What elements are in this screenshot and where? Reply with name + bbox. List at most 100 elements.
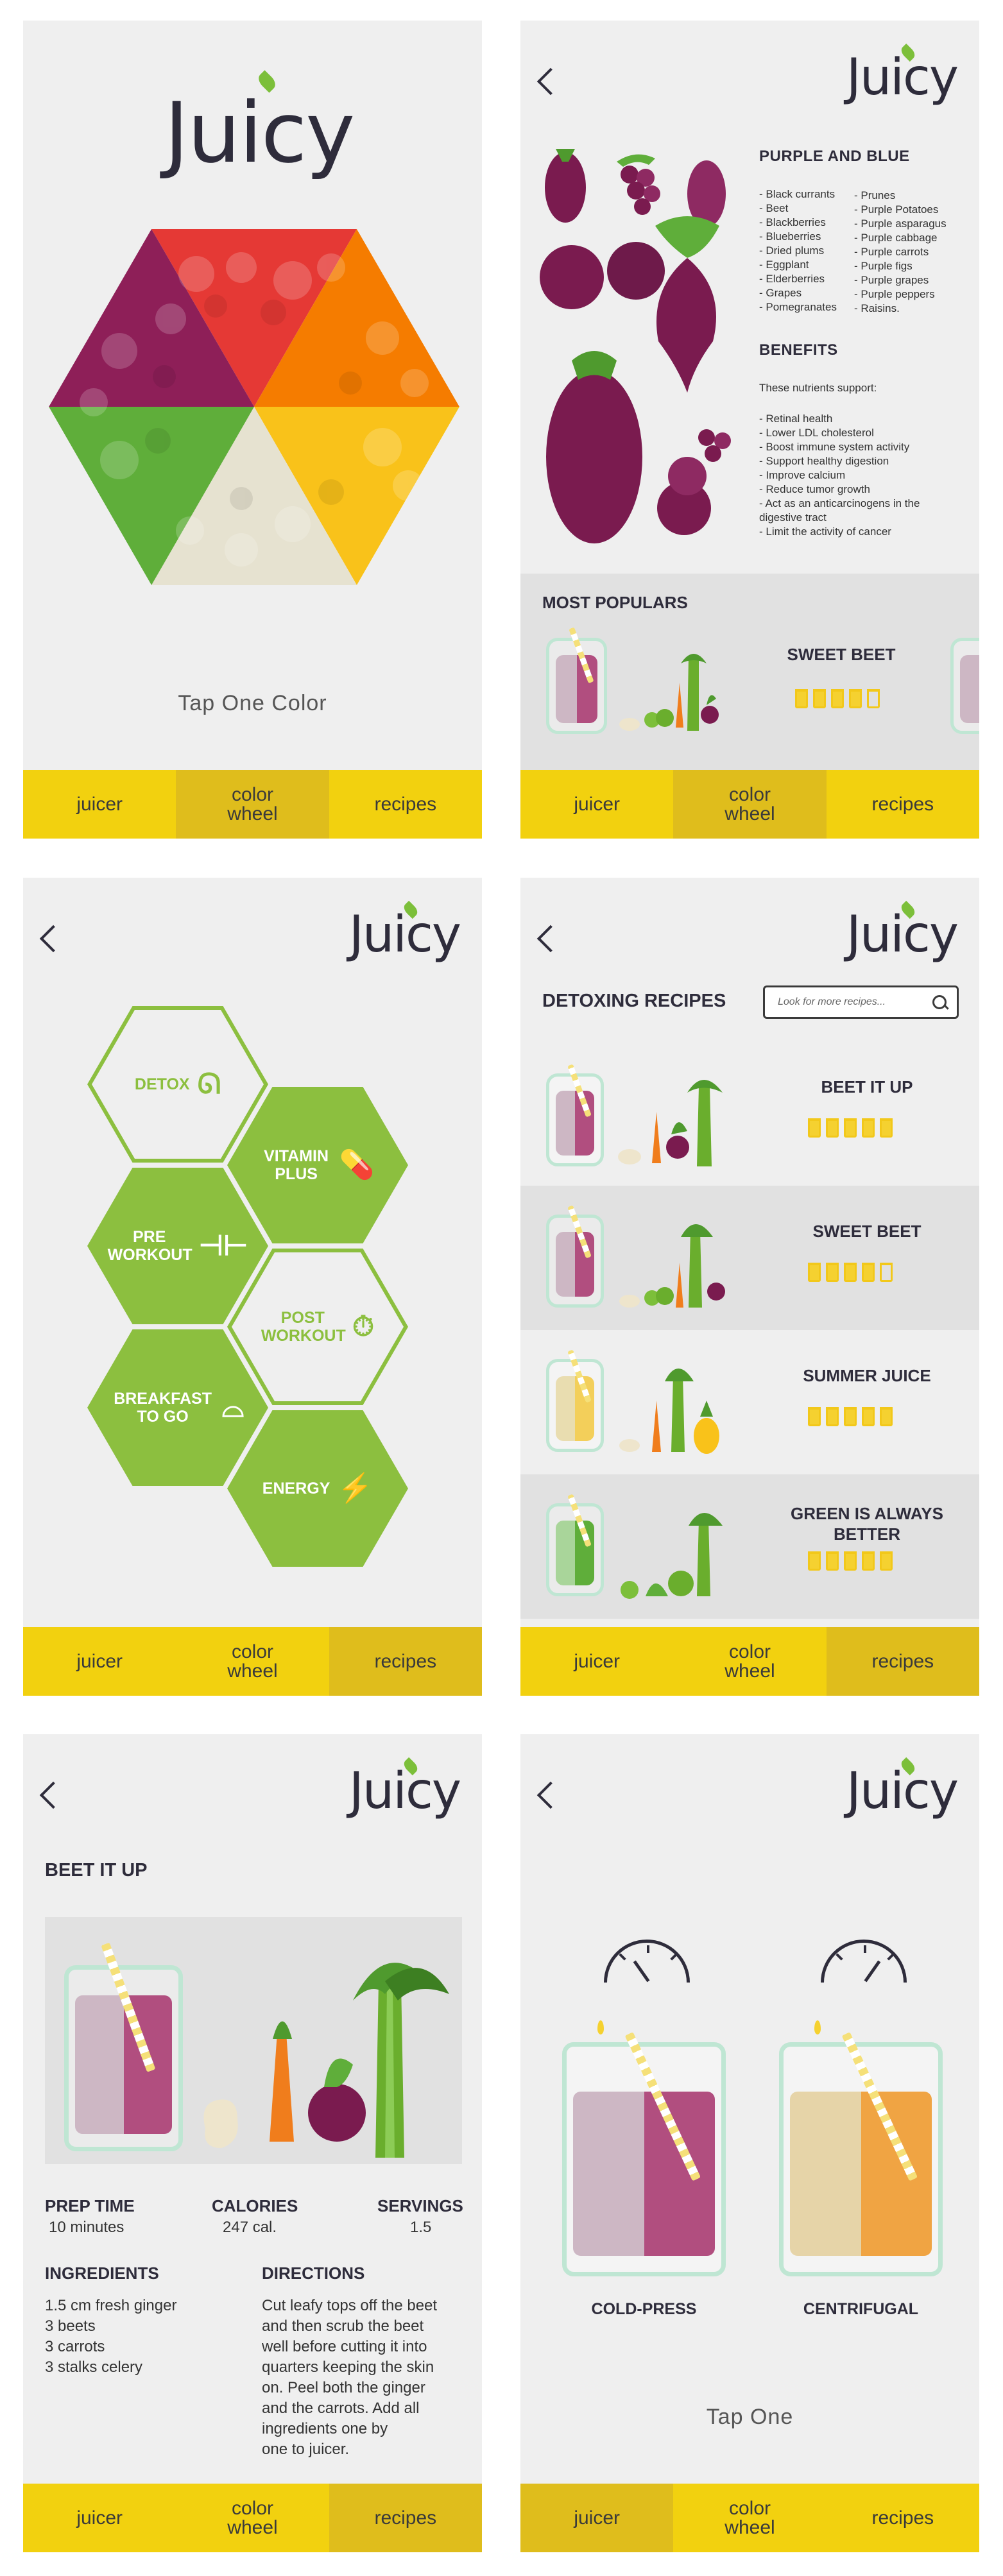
search-input[interactable]: Look for more recipes... [763,985,959,1019]
centrifugal-glass[interactable] [779,2032,943,2276]
food-item: - Purple grapes [854,274,929,286]
rating-cup-icon [862,1407,875,1426]
vegetables-illustration [619,654,719,731]
dumbbell-icon: ⊣⊢ [198,1230,248,1261]
rating-cup-icon [808,1263,821,1282]
ingredients-label: INGREDIENTS [45,2264,159,2283]
category-energy[interactable]: ENERGY ⚡ [227,1410,408,1567]
nav-recipes[interactable]: recipes [827,2484,979,2552]
nav-recipes[interactable]: recipes [329,2484,482,2552]
rating-cup-icon [849,689,862,708]
directions-text: Cut leafy tops off the beet and then scr… [262,2297,438,2458]
rating-cup-empty-icon [880,1263,893,1282]
rating-cups [795,689,880,708]
juicy-logo: Juicy [846,1757,959,1816]
category-detox[interactable]: DETOX ᘏ [87,1006,268,1163]
rating-cup-icon [862,1263,875,1282]
category-vitamin-plus[interactable]: VITAMIN PLUS 💊 [227,1087,408,1243]
rating-cup-icon [795,689,808,708]
servings-label: SERVINGS [377,2196,463,2215]
popular-title: MOST POPULARS [542,593,688,612]
food-item: - Prunes [854,189,896,201]
recipe-name: GREEN IS ALWAYS BETTER [791,1504,943,1544]
category-label: PRE WORKOUT [107,1228,193,1264]
benefit-item: - Improve calcium [759,469,846,481]
cold-press-glass[interactable] [562,2032,726,2276]
most-popular-section: MOST POPULARS SWEET BEET [520,574,979,770]
gauge-icon [604,1940,690,1983]
nav-color-wheel[interactable]: color wheel [176,2484,329,2552]
food-item: - Raisins. [854,302,900,314]
food-item: - Blackberries [759,216,826,228]
food-item: - Purple peppers [854,288,935,300]
food-item: - Purple figs [854,260,913,272]
nav-juicer[interactable]: juicer [520,2484,674,2552]
recipe-row[interactable]: SWEET BEET [520,1186,979,1330]
ingredient-item: 3 carrots [45,2338,105,2355]
rating-cup-icon [808,1118,821,1138]
nav-color-wheel[interactable]: color wheel [673,1627,826,1696]
benefit-item: - Act as an anticarcinogens in the diges… [759,497,920,524]
back-arrow-icon[interactable] [39,1781,67,1809]
benefit-item: - Boost immune system activity [759,441,910,453]
stopwatch-icon: ⏱ [352,1311,375,1342]
prep-time-value: 10 minutes [49,2219,124,2236]
nav-juicer[interactable]: juicer [23,770,176,839]
benefit-item: - Retinal health [759,413,833,425]
ingredients-illustration [618,1080,723,1166]
nav-recipes[interactable]: recipes [329,1627,482,1696]
ingredients-list: 1.5 cm fresh ginger 3 beets 3 carrots 3 … [45,2296,176,2378]
cold-press-label[interactable]: COLD-PRESS [562,2300,726,2319]
rating-cup-icon [880,1118,893,1138]
rating-cup-icon [826,1263,839,1282]
back-arrow-icon[interactable] [536,925,565,953]
food-item: - Purple Potatoes [854,203,939,216]
category-pre-workout[interactable]: PRE WORKOUT ⊣⊢ [87,1168,268,1324]
back-arrow-icon[interactable] [536,1781,565,1809]
gauge-icon [821,1940,907,1983]
food-item: - Pomegranates [759,301,837,313]
rating-cups [808,1118,893,1138]
juice-glass[interactable] [546,627,607,734]
recipe-row[interactable]: SUMMER JUICE [520,1330,979,1474]
next-juice-glass[interactable] [950,638,979,734]
nav-juicer[interactable]: juicer [23,1627,176,1696]
rating-cup-icon [808,1551,821,1571]
pill-icon: 💊 [339,1149,375,1181]
nav-color-wheel[interactable]: color wheel [673,2484,826,2552]
juicy-logo: Juicy [846,43,959,103]
juicy-logo: Juicy [349,1757,461,1816]
category-breakfast-to-go[interactable]: BREAKFAST TO GO ⌓ [87,1329,268,1486]
ingredient-item: 3 beets [45,2317,96,2335]
category-post-workout[interactable]: POST WORKOUT ⏱ [227,1249,408,1405]
recipe-name: SUMMER JUICE [803,1366,931,1385]
nav-recipes[interactable]: recipes [329,770,482,839]
centrifugal-label[interactable]: CENTRIFUGAL [779,2300,943,2319]
category-label: VITAMIN PLUS [264,1147,329,1183]
drop-icon [814,2020,821,2034]
ingredients-illustration [203,1963,449,2158]
nav-color-wheel[interactable]: color wheel [673,770,827,839]
ingredients-illustration [619,1369,719,1454]
nav-recipes[interactable]: recipes [827,770,979,839]
juicy-logo: Juicy [846,900,959,960]
back-arrow-icon[interactable] [39,925,67,953]
popular-recipe-name[interactable]: SWEET BEET [764,644,918,665]
directions-label: DIRECTIONS [262,2264,365,2283]
rating-cup-empty-icon [867,689,880,708]
back-arrow-icon[interactable] [536,67,565,96]
nav-color-wheel[interactable]: color wheel [176,1627,329,1696]
recipe-row[interactable]: BEET IT UP [520,1041,979,1186]
nav-juicer[interactable]: juicer [23,2484,176,2552]
category-title: PURPLE AND BLUE [759,148,910,165]
nav-juicer[interactable]: juicer [520,1627,673,1696]
rating-cup-icon [844,1263,857,1282]
recipe-row[interactable]: GREEN IS ALWAYS BETTER [520,1474,979,1619]
nav-juicer[interactable]: juicer [520,770,673,839]
food-item: - Elderberries [759,273,825,285]
fruit-color-wheel[interactable] [49,229,459,585]
nav-recipes[interactable]: recipes [826,1627,979,1696]
cloche-icon: ⌓ [221,1392,244,1423]
nav-color-wheel[interactable]: color wheel [176,770,329,839]
search-icon[interactable] [932,995,947,1009]
